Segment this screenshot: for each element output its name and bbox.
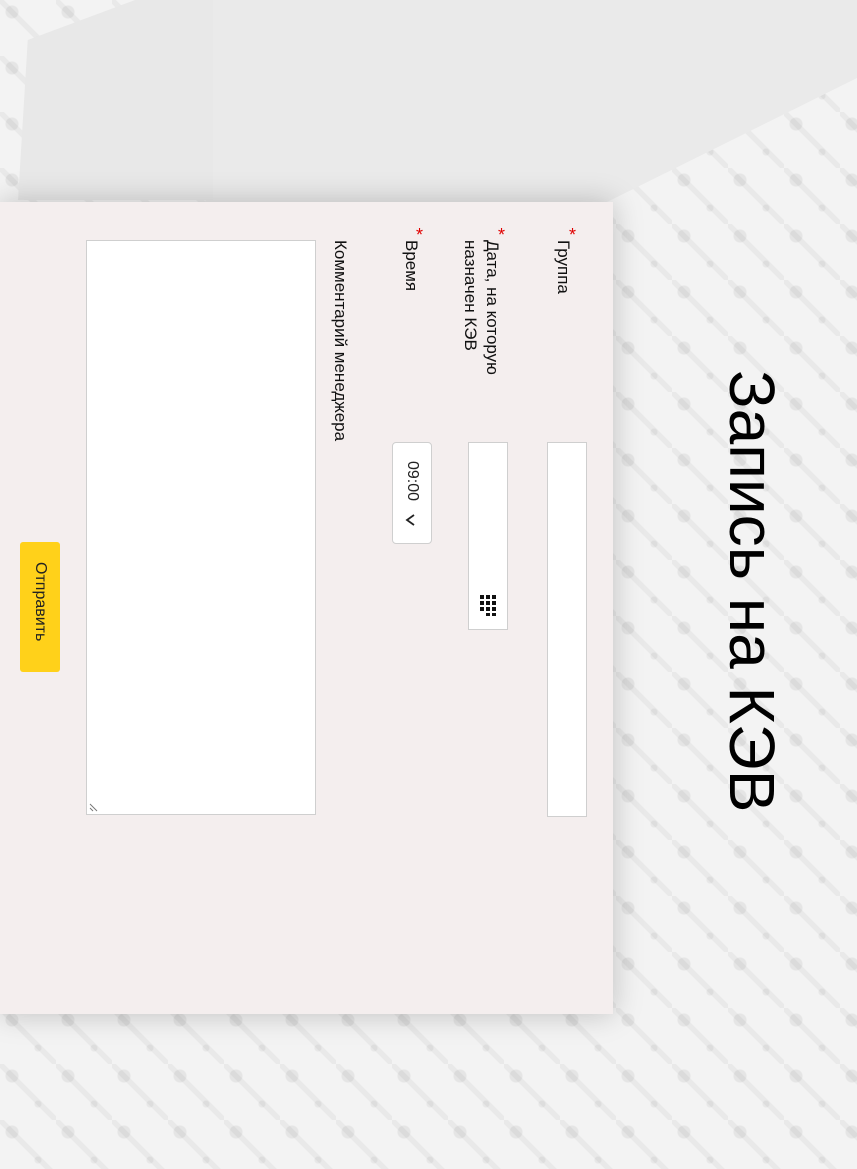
time-select[interactable]: 09:00 bbox=[392, 442, 432, 544]
comment-label: Комментарий менеджера bbox=[331, 240, 350, 442]
page-title: Запись на КЭВ bbox=[716, 370, 788, 813]
calendar-icon[interactable] bbox=[479, 593, 497, 617]
group-input[interactable] bbox=[547, 442, 587, 817]
chevron-down-icon bbox=[405, 514, 415, 526]
submit-button[interactable]: Отправить bbox=[20, 542, 60, 672]
comment-textarea[interactable] bbox=[86, 240, 316, 815]
date-label: Дата, на которую назначен КЭВ bbox=[460, 240, 504, 410]
time-selected-value: 09:00 bbox=[404, 461, 421, 502]
date-label-line2: назначен КЭВ bbox=[461, 240, 480, 351]
form-card: * Группа * Дата, на которую назначен КЭВ… bbox=[0, 202, 613, 1014]
resize-handle-icon[interactable] bbox=[89, 802, 99, 812]
submit-button-label: Отправить bbox=[32, 562, 49, 642]
time-label: Время bbox=[402, 240, 421, 292]
date-label-line1: Дата, на которую bbox=[483, 240, 502, 375]
date-input[interactable] bbox=[468, 442, 508, 630]
group-label: Группа bbox=[554, 240, 573, 294]
